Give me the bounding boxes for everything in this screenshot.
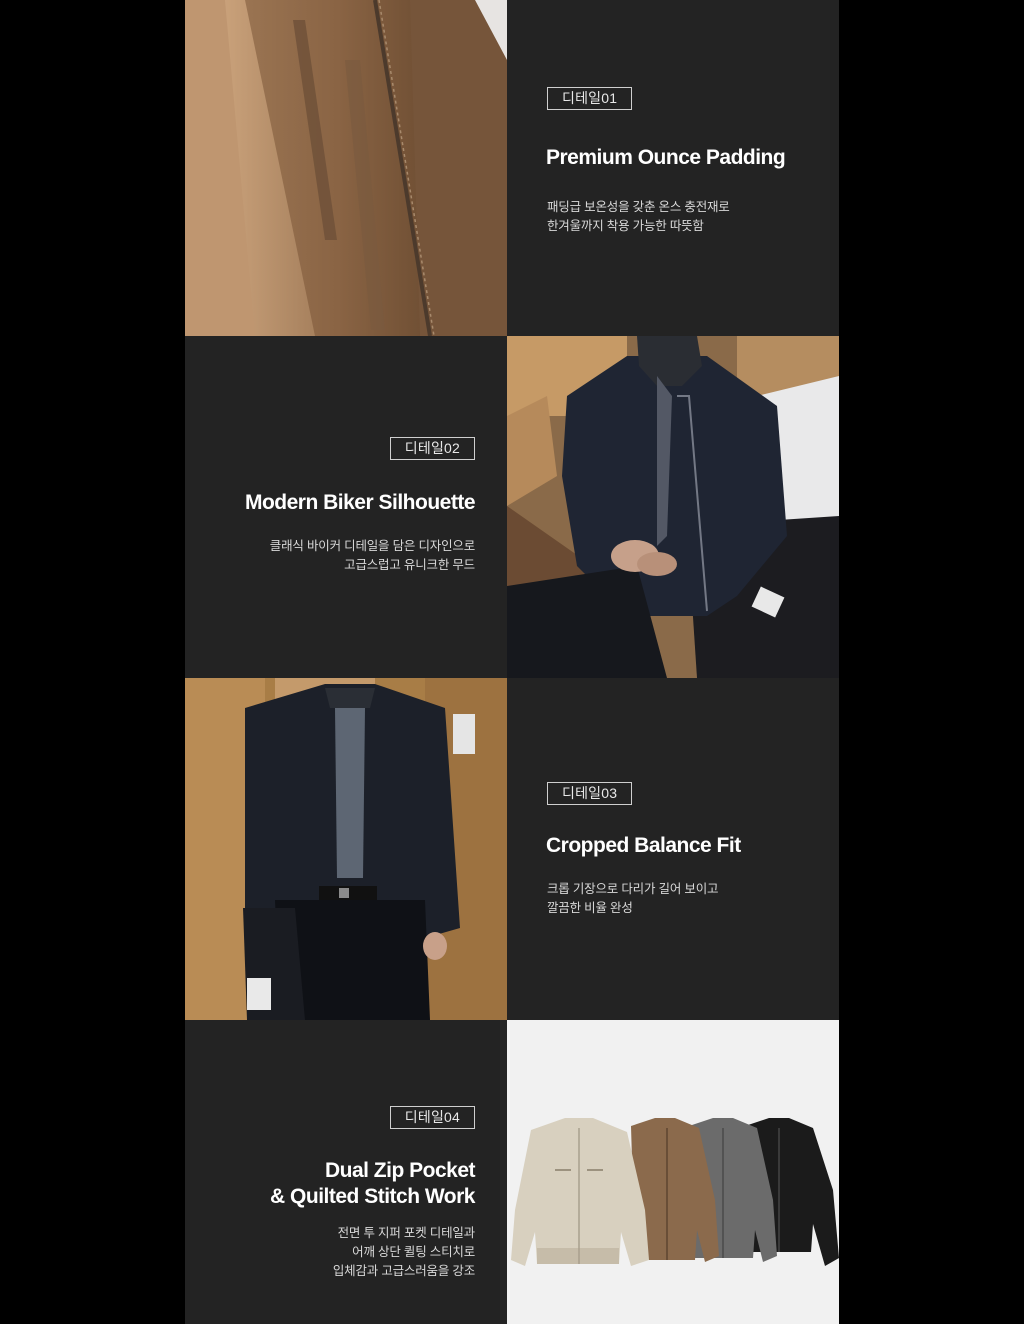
detail-04-title-line: & Quilted Stitch Work <box>270 1185 475 1208</box>
detail-02-desc-line: 클래식 바이커 디테일을 담은 디자인으로 <box>269 539 475 553</box>
detail-04-badge: 디테일04 <box>389 1106 475 1129</box>
detail-03-title: Cropped Balance Fit <box>546 833 836 859</box>
detail-02-panel: 디테일02 Modern Biker Silhouette 클래식 바이커 디테… <box>185 336 507 678</box>
detail-03-desc-line: 깔끔한 비율 완성 <box>547 901 633 915</box>
detail-01-badge: 디테일01 <box>547 87 633 110</box>
jacket-four-colorways-image <box>507 1020 839 1324</box>
detail-01-panel: 디테일01 Premium Ounce Padding 패딩급 보온성을 갖춘 … <box>507 0 839 336</box>
navy-jacket-standing-graphic <box>185 678 507 1020</box>
navy-jacket-standing-image <box>185 678 507 1020</box>
detail-04-panel: 디테일04 Dual Zip Pocket & Quilted Stitch W… <box>185 1020 507 1324</box>
detail-04-description: 전면 투 지퍼 포켓 디테일과 어깨 상단 퀼팅 스티치로 입체감과 고급스러움… <box>185 1224 475 1281</box>
detail-01-description: 패딩급 보온성을 갖춘 온스 충전재로 한겨울까지 착용 가능한 따뜻함 <box>547 198 837 236</box>
detail-01-desc-line: 패딩급 보온성을 갖춘 온스 충전재로 <box>547 200 730 214</box>
navy-jacket-seated-graphic <box>507 336 839 678</box>
detail-grid: 디테일01 Premium Ounce Padding 패딩급 보온성을 갖춘 … <box>185 0 839 1324</box>
jacket-four-colorways-graphic <box>507 1020 839 1324</box>
detail-04-desc-line: 입체감과 고급스러움을 강조 <box>332 1264 475 1278</box>
detail-03-description: 크롭 기장으로 다리가 길어 보이고 깔끔한 비율 완성 <box>547 880 837 918</box>
detail-01-desc-line: 한겨울까지 착용 가능한 따뜻함 <box>547 219 704 233</box>
detail-02-desc-line: 고급스럽고 유니크한 무드 <box>344 558 475 572</box>
detail-01-title-line: Premium Ounce Padding <box>546 146 786 169</box>
detail-04-title-line: Dual Zip Pocket <box>324 1159 476 1182</box>
detail-02-badge: 디테일02 <box>389 437 475 460</box>
detail-04-desc-line: 전면 투 지퍼 포켓 디테일과 <box>337 1226 476 1240</box>
navy-jacket-seated-image <box>507 336 839 678</box>
brown-jacket-closeup-graphic <box>185 0 507 336</box>
detail-02-title-line: Modern Biker Silhouette <box>244 491 476 514</box>
detail-02-title: Modern Biker Silhouette <box>185 490 476 516</box>
detail-04-title: Dual Zip Pocket & Quilted Stitch Work <box>185 1158 475 1210</box>
product-detail-page: 디테일01 Premium Ounce Padding 패딩급 보온성을 갖춘 … <box>0 0 1024 1324</box>
detail-03-desc-line: 크롭 기장으로 다리가 길어 보이고 <box>547 882 719 896</box>
detail-03-badge: 디테일03 <box>547 782 633 805</box>
detail-03-title-line: Cropped Balance Fit <box>546 834 741 857</box>
detail-02-description: 클래식 바이커 디테일을 담은 디자인으로 고급스럽고 유니크한 무드 <box>185 537 475 575</box>
detail-01-title: Premium Ounce Padding <box>546 145 836 171</box>
brown-jacket-closeup-image <box>185 0 507 336</box>
detail-03-panel: 디테일03 Cropped Balance Fit 크롭 기장으로 다리가 길어… <box>507 678 839 1020</box>
detail-04-desc-line: 어깨 상단 퀼팅 스티치로 <box>352 1245 475 1259</box>
